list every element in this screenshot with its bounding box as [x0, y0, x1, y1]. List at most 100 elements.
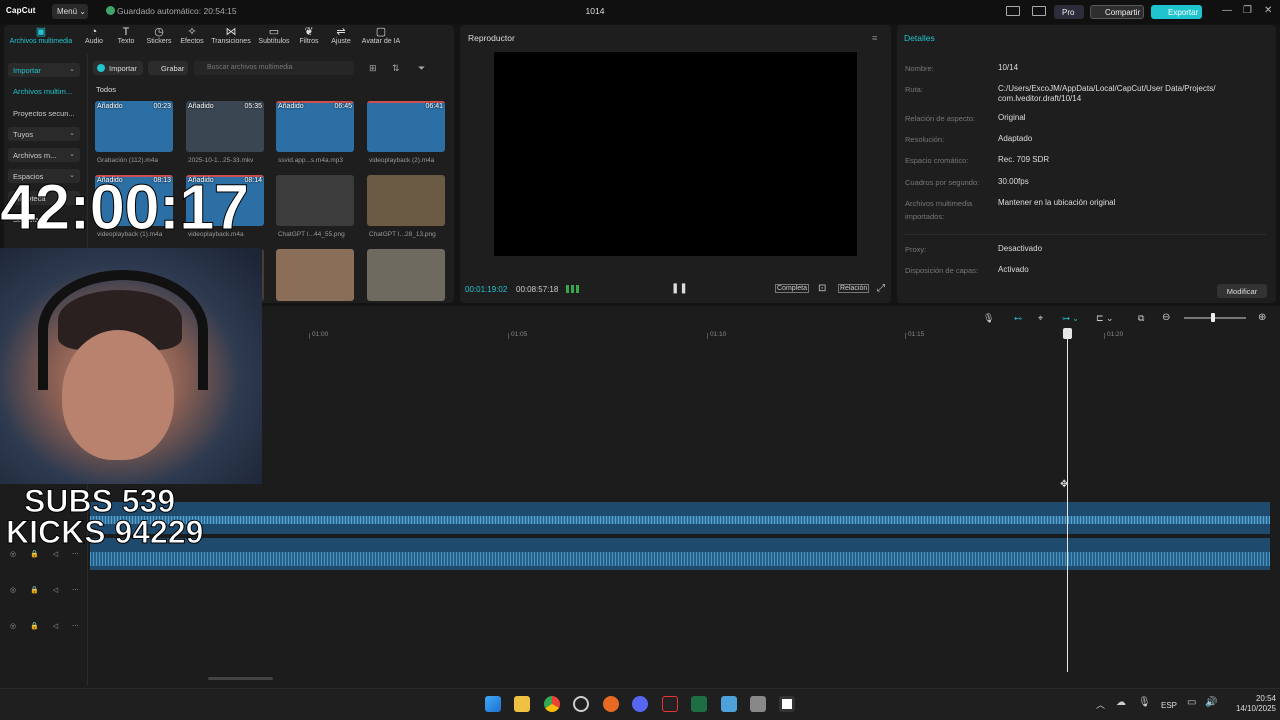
layout-icon[interactable]: [1006, 6, 1020, 16]
share-button[interactable]: Compartir: [1090, 5, 1144, 19]
chevron-up-icon[interactable]: ︿: [1096, 698, 1105, 711]
zoom-in-icon[interactable]: ⊕: [1258, 312, 1266, 323]
search-input[interactable]: Buscar archivos multimedia: [194, 61, 354, 75]
sidebar-item-import[interactable]: Importar ⌄: [8, 63, 80, 77]
tab-subtitles[interactable]: ▭ Subtítulos: [256, 26, 292, 45]
pro-button[interactable]: Pro: [1054, 5, 1084, 19]
aspect-ratio-button[interactable]: Relación: [838, 284, 870, 293]
export-button[interactable]: Exportar: [1151, 5, 1202, 19]
added-tag: Añadido: [188, 103, 214, 110]
media-thumb[interactable]: Añadido 06:45: [276, 101, 354, 152]
zoom-slider-handle[interactable]: [1211, 313, 1215, 322]
microphone-icon[interactable]: 🎙: [1138, 697, 1151, 708]
windows-start-icon[interactable]: [485, 696, 501, 712]
ruler-label: 01:05: [511, 331, 528, 338]
audio-clip[interactable]: [90, 502, 1270, 534]
capcut-icon[interactable]: [779, 696, 795, 712]
media-thumb[interactable]: [276, 175, 354, 226]
sort-icon[interactable]: ⇅: [392, 63, 400, 74]
ruler-tick: [508, 333, 509, 339]
microphone-icon[interactable]: 🎙: [983, 313, 994, 324]
chevron-down-icon: ⌄: [69, 151, 75, 158]
streaming-app-icon[interactable]: [662, 696, 678, 712]
tab-transitions[interactable]: ⋈ Transiciones: [210, 26, 252, 45]
detail-label: Espacio cromático:: [905, 156, 969, 165]
media-thumb[interactable]: [367, 249, 445, 301]
detail-label: Relación de aspecto:: [905, 114, 976, 123]
zoom-slider[interactable]: [1184, 317, 1246, 319]
filter-all-label: Todos: [96, 85, 117, 94]
player-title: Reproductor: [468, 33, 515, 43]
media-thumb[interactable]: Añadido 00:23: [95, 101, 173, 152]
display-icon[interactable]: ▭: [1187, 697, 1196, 708]
tab-adjust[interactable]: ⇌ Ajuste: [328, 26, 354, 45]
menu-button[interactable]: Menú ⌄: [52, 4, 88, 19]
minimize-icon[interactable]: —: [1222, 5, 1232, 16]
pause-icon[interactable]: ❚❚: [671, 283, 688, 294]
timeline-scrollbar[interactable]: [208, 677, 273, 680]
snapshot-icon[interactable]: ⊡: [818, 283, 826, 294]
media-thumb[interactable]: Añadido 05:35: [186, 101, 264, 152]
detail-label: Ruta:: [905, 85, 923, 94]
tab-audio[interactable]: ◔ Audio: [82, 26, 106, 45]
restore-icon[interactable]: ❐: [1243, 5, 1252, 16]
text-icon: T: [122, 26, 130, 38]
modify-button[interactable]: Modificar: [1217, 284, 1267, 298]
preview-axis-icon[interactable]: ⊏ ⌄: [1096, 313, 1114, 324]
tab-text[interactable]: T Texto: [114, 26, 138, 45]
detail-label: Disposición de capas:: [905, 266, 978, 275]
firefox-icon[interactable]: [603, 696, 619, 712]
filter-icon[interactable]: ⏷: [418, 63, 425, 74]
discord-icon[interactable]: [632, 696, 648, 712]
detail-value: Original: [998, 113, 1026, 122]
app-icon[interactable]: [573, 696, 589, 712]
sidebar-item-yours[interactable]: Tuyos ⌄: [8, 127, 80, 141]
sidebar-item-media[interactable]: Archivos multim...: [8, 84, 80, 98]
tab-label: Subtítulos: [258, 38, 290, 45]
tab-effects[interactable]: ✧ Efectos: [178, 26, 206, 45]
tab-ai-avatar[interactable]: ▢ Avatar de IA: [358, 26, 404, 45]
chrome-icon[interactable]: [544, 696, 560, 712]
tab-label: Efectos: [180, 38, 204, 45]
auto-snap-icon[interactable]: ⌖: [1038, 313, 1043, 324]
media-thumb[interactable]: [276, 249, 354, 301]
zoom-out-icon[interactable]: ⊖: [1162, 312, 1170, 323]
grid-view-icon[interactable]: ⊞: [369, 63, 377, 74]
sidebar-item-subprojects[interactable]: Proyectos secun...: [8, 106, 80, 120]
notepad-icon[interactable]: [721, 696, 737, 712]
tab-media[interactable]: ▣ Archivos multimedia: [8, 26, 74, 45]
full-quality-button[interactable]: Completa: [775, 284, 809, 293]
playhead[interactable]: [1067, 334, 1068, 672]
media-thumb[interactable]: [367, 175, 445, 226]
video-preview[interactable]: [494, 52, 857, 256]
record-button[interactable]: Grabar: [148, 61, 188, 75]
sidebar-item-archivos[interactable]: Archivos m... ⌄: [8, 148, 80, 162]
file-explorer-icon[interactable]: [514, 696, 530, 712]
detail-label: Cuadros por segundo:: [905, 178, 980, 187]
language-indicator[interactable]: ESP: [1161, 701, 1177, 710]
tab-stickers[interactable]: ◷ Stickers: [145, 26, 173, 45]
track-controls-audio-3[interactable]: ◎ 🔒 ◁ ⋯: [10, 586, 85, 594]
shortcuts-icon[interactable]: [1032, 6, 1046, 16]
ruler-tick: [707, 333, 708, 339]
tab-filters[interactable]: ❦ Filtros: [296, 26, 322, 45]
split-screen-icon[interactable]: ⧉: [1138, 313, 1144, 324]
link-icon[interactable]: ⊶ ⌄: [1062, 314, 1079, 323]
main-track-magnet-icon[interactable]: ⊷: [1014, 314, 1022, 323]
app-icon[interactable]: [750, 696, 766, 712]
excel-icon[interactable]: [691, 696, 707, 712]
tab-label: Texto: [117, 38, 135, 45]
volume-icon[interactable]: 🔊: [1205, 697, 1217, 708]
filters-icon: ❦: [304, 26, 314, 38]
close-icon[interactable]: ✕: [1264, 5, 1272, 16]
player-menu-icon[interactable]: ≡: [872, 33, 877, 43]
clock[interactable]: 20:54 14/10/2025: [1224, 694, 1276, 714]
track-controls-audio-2[interactable]: ◎ 🔒 ◁ ⋯: [10, 550, 85, 558]
track-controls-audio-4[interactable]: ◎ 🔒 ◁ ⋯: [10, 622, 85, 630]
fullscreen-icon[interactable]: ⤢: [877, 283, 885, 294]
effects-icon: ✧: [187, 26, 197, 38]
cloud-icon[interactable]: ☁: [1116, 697, 1126, 708]
audio-clip[interactable]: [90, 538, 1270, 570]
media-thumb[interactable]: 06:41: [367, 101, 445, 152]
detail-label: Nombre:: [905, 64, 934, 73]
